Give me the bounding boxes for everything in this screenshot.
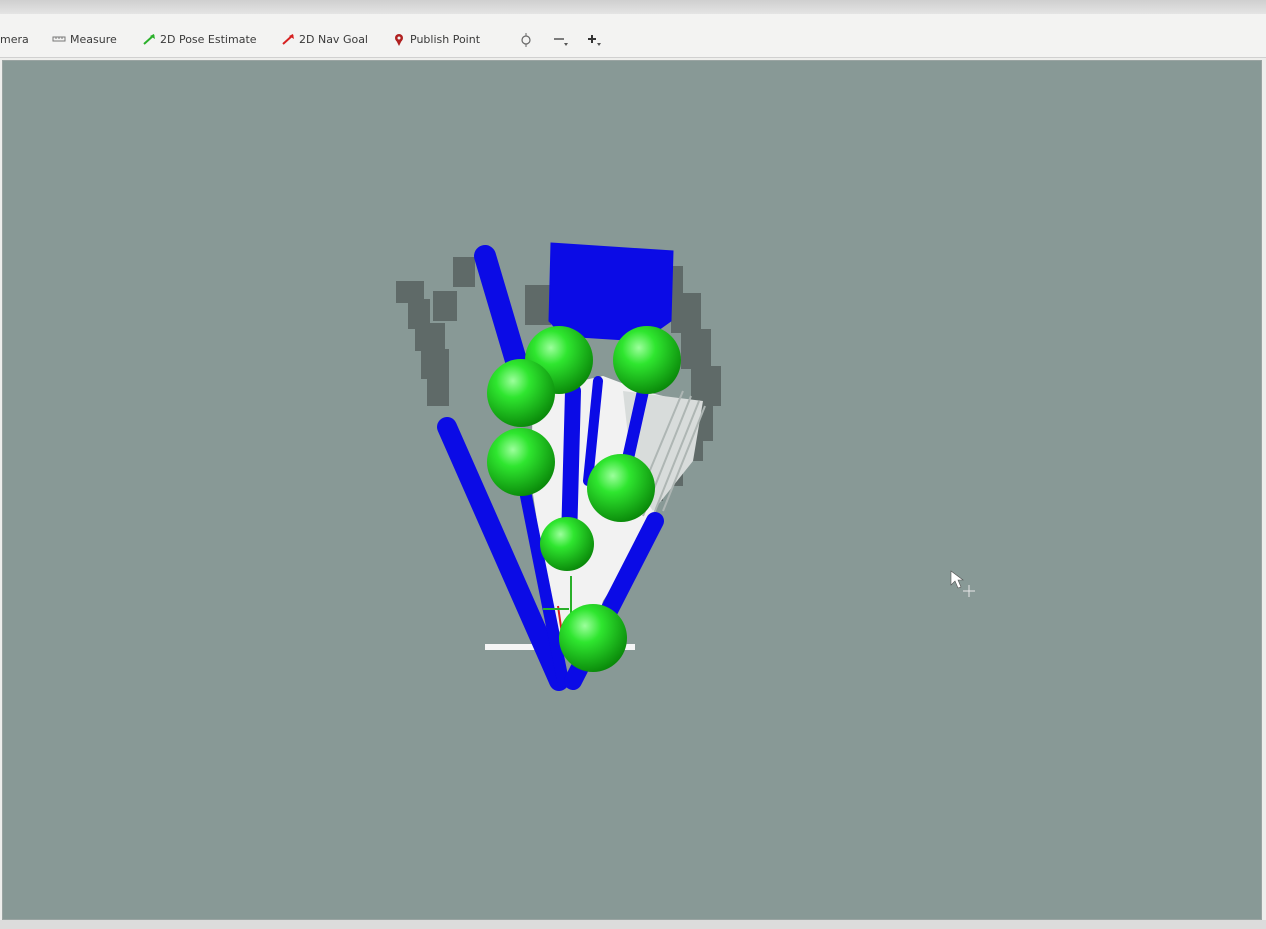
window-top-bar (0, 0, 1266, 14)
marker-sphere (487, 359, 555, 427)
tool-measure[interactable]: Measure (52, 30, 117, 48)
scene-canvas (396, 242, 975, 691)
tool-add[interactable] (585, 30, 601, 48)
marker-sphere (587, 454, 655, 522)
ruler-icon (52, 33, 66, 45)
plus-icon (585, 33, 601, 46)
marker-sphere (559, 604, 627, 672)
tool-camera[interactable]: mera (0, 30, 29, 48)
3d-render-viewport[interactable] (2, 60, 1262, 920)
green-arrow-icon (142, 33, 156, 45)
tool-camera-label: mera (0, 32, 29, 46)
tool-2d-nav-goal[interactable]: 2D Nav Goal (281, 30, 368, 48)
window-bottom-bar (0, 920, 1266, 929)
crosshair-icon (519, 33, 533, 47)
tool-measure-label: Measure (70, 32, 117, 46)
rviz-toolbar: mera Measure 2D Pose Estimate 2D Nav Goa… (0, 14, 1266, 58)
minus-icon (552, 33, 568, 46)
tool-focus-camera[interactable] (519, 30, 533, 48)
tool-2d-pose-estimate[interactable]: 2D Pose Estimate (142, 30, 257, 48)
marker-sphere (613, 326, 681, 394)
red-arrow-icon (281, 33, 295, 45)
tool-publish-point-label: Publish Point (410, 32, 481, 46)
tool-remove[interactable] (552, 30, 568, 48)
map-pin-icon (392, 33, 406, 46)
tool-2d-pose-estimate-label: 2D Pose Estimate (160, 32, 257, 46)
mouse-cursor-icon (950, 570, 975, 597)
tool-2d-nav-goal-label: 2D Nav Goal (299, 32, 368, 46)
tool-publish-point[interactable]: Publish Point (392, 30, 480, 48)
marker-sphere (540, 517, 594, 571)
marker-sphere (487, 428, 555, 496)
